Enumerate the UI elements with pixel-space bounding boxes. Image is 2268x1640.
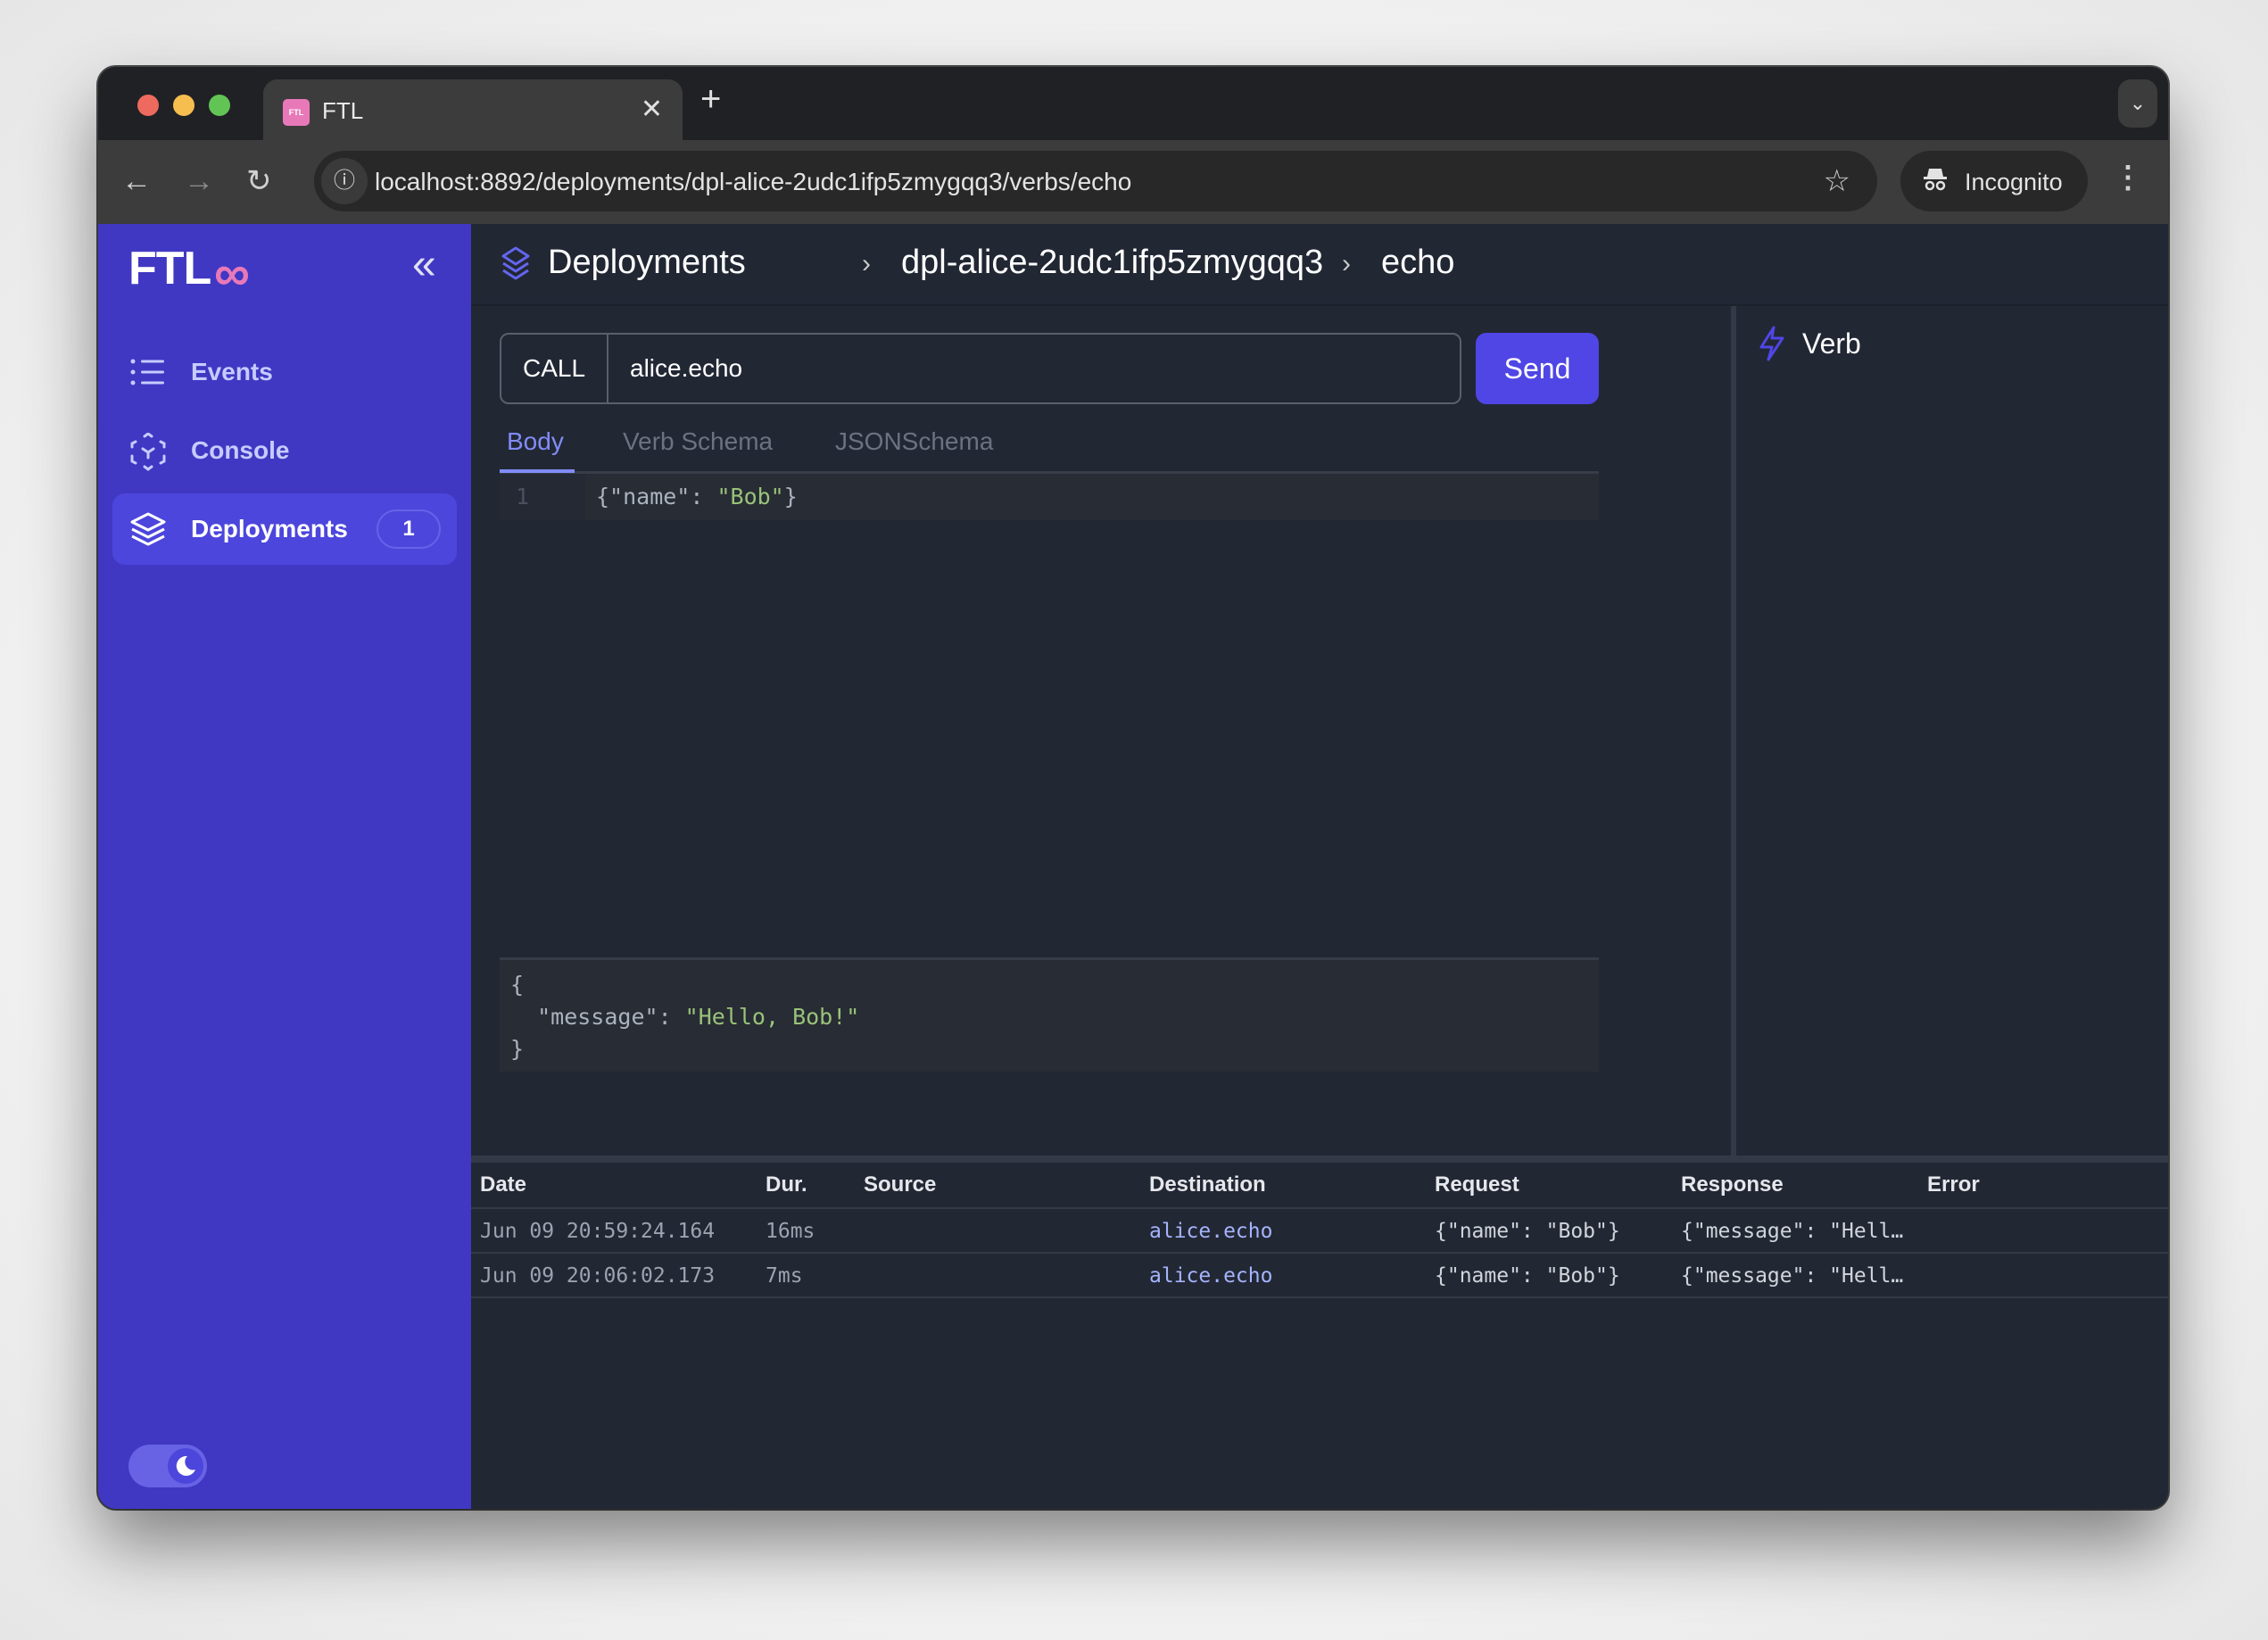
main-content: Deployments › dpl-alice-2udc1ifp5zmygqq3…: [471, 224, 2168, 1509]
code-string: "Bob": [716, 484, 784, 509]
layers-icon: [128, 511, 168, 547]
forward-arrow-icon[interactable]: →: [184, 163, 214, 199]
theme-toggle[interactable]: [128, 1445, 207, 1487]
bolt-icon: [1756, 326, 1788, 361]
breadcrumb-deployment[interactable]: dpl-alice-2udc1ifp5zmygqq3: [901, 244, 1323, 282]
code-line: "message": "Hello, Bob!": [510, 1001, 1588, 1033]
cell-destination-link[interactable]: alice.echo: [1149, 1254, 1272, 1298]
column-header: Request: [1435, 1172, 1519, 1197]
tab-title: FTL: [322, 97, 364, 124]
maximize-window-button[interactable]: [209, 95, 230, 116]
favicon-icon: FTL: [283, 99, 310, 126]
code-token: }: [783, 484, 798, 509]
back-arrow-icon[interactable]: ←: [121, 163, 152, 199]
column-header: Date: [480, 1172, 527, 1197]
table-row[interactable]: Jun 09 20:06:02.173 7ms alice.echo {"nam…: [471, 1254, 2168, 1298]
tab-label: Body: [507, 427, 564, 455]
request-pane: CALL Send Body Verb Schema JSONSchema 1 …: [471, 306, 1731, 1155]
verb-panel-title: Verb: [1802, 327, 1861, 360]
collapse-sidebar-icon[interactable]: «: [412, 240, 436, 289]
call-input-group: CALL: [500, 333, 1461, 404]
cube-scan-icon: [128, 432, 168, 471]
table-header: Date Dur. Source Destination Request Res…: [471, 1163, 2168, 1209]
breadcrumb-verb: echo: [1381, 244, 1455, 281]
tab-jsonschema[interactable]: JSONSchema: [835, 427, 993, 456]
deployments-count-badge: 1: [377, 509, 441, 549]
cell-duration: 16ms: [766, 1220, 815, 1243]
verb-info-pane: Verb: [1736, 306, 2168, 1155]
bookmark-star-icon[interactable]: ☆: [1824, 163, 1850, 199]
browser-menu-icon[interactable]: ⋮: [2113, 160, 2143, 195]
cell-response: {"message": "Hell…: [1681, 1220, 1904, 1243]
cell-response: {"message": "Hell…: [1681, 1264, 1904, 1288]
column-header: Dur.: [766, 1172, 807, 1197]
response-viewer: { "message": "Hello, Bob!"}: [500, 957, 1599, 1072]
browser-toolbar: ← → ↻ ⓘ localhost:8892/deployments/dpl-a…: [98, 140, 2168, 224]
cell-request: {"name": "Bob"}: [1435, 1264, 1620, 1288]
sidebar-item-label: Events: [191, 358, 273, 385]
column-header: Source: [864, 1172, 937, 1197]
incognito-indicator[interactable]: Incognito: [1900, 151, 2088, 211]
breadcrumb-deployments[interactable]: Deployments: [548, 244, 746, 282]
code-key: "message":: [510, 1004, 685, 1030]
url-text[interactable]: localhost:8892/deployments/dpl-alice-2ud…: [375, 168, 1131, 196]
body-editor[interactable]: 1 {"name": "Bob"}: [500, 474, 1599, 520]
browser-window: FTL FTL ✕ + ⌄ ← → ↻ ⓘ localhost:8892/dep…: [98, 67, 2168, 1509]
moon-icon: [168, 1448, 203, 1484]
verb-path-input[interactable]: [610, 335, 1460, 402]
breadcrumb-separator: ›: [1342, 249, 1351, 278]
request-tabs: Body Verb Schema JSONSchema: [500, 418, 1599, 474]
sidebar-item-label: Console: [191, 436, 290, 464]
code-string: "Hello, Bob!": [684, 1004, 860, 1030]
browser-tab[interactable]: FTL FTL ✕: [263, 79, 683, 140]
code-token: {"name":: [596, 484, 717, 509]
column-header: Error: [1927, 1172, 1980, 1197]
site-info-icon[interactable]: ⓘ: [321, 158, 368, 204]
layers-icon: [498, 245, 534, 285]
code-line: {: [510, 972, 525, 998]
calls-table: Date Dur. Source Destination Request Res…: [471, 1163, 2168, 1298]
sidebar-item-console[interactable]: Console: [112, 415, 457, 486]
horizontal-resize-handle[interactable]: [471, 1155, 2168, 1163]
line-number: 1: [500, 474, 585, 520]
incognito-label: Incognito: [1965, 169, 2063, 195]
tab-verb-schema[interactable]: Verb Schema: [623, 427, 773, 456]
cell-request: {"name": "Bob"}: [1435, 1220, 1620, 1243]
cell-duration: 7ms: [766, 1264, 803, 1288]
cell-destination-link[interactable]: alice.echo: [1149, 1209, 1272, 1254]
sidebar-item-events[interactable]: Events: [112, 336, 457, 408]
cell-date: Jun 09 20:59:24.164: [480, 1220, 716, 1243]
infinity-icon: ∞: [214, 244, 250, 301]
new-tab-button[interactable]: +: [700, 79, 721, 120]
reload-icon[interactable]: ↻: [246, 163, 272, 199]
tab-search-dropdown-button[interactable]: ⌄: [2118, 79, 2157, 128]
breadcrumb: Deployments › dpl-alice-2udc1ifp5zmygqq3…: [471, 224, 2168, 306]
tab-body[interactable]: Body: [500, 427, 575, 473]
close-window-button[interactable]: [137, 95, 159, 116]
send-button[interactable]: Send: [1476, 333, 1599, 404]
incognito-icon: [1922, 165, 1949, 198]
table-row[interactable]: Jun 09 20:59:24.164 16ms alice.echo {"na…: [471, 1209, 2168, 1254]
active-tab-indicator: [500, 469, 575, 473]
column-header: Response: [1681, 1172, 1784, 1197]
sidebar-item-deployments[interactable]: Deployments 1: [112, 493, 457, 565]
ftl-app: FTL ∞ « Events Console Deployments 1 Dep…: [98, 224, 2168, 1509]
code-line: }: [510, 1036, 525, 1062]
minimize-window-button[interactable]: [173, 95, 195, 116]
column-header: Destination: [1149, 1172, 1266, 1197]
list-icon: [128, 354, 168, 390]
breadcrumb-separator: ›: [862, 249, 871, 278]
call-method-label: CALL: [501, 335, 608, 402]
sidebar-item-label: Deployments: [191, 515, 348, 543]
app-logo: FTL: [128, 243, 211, 294]
tab-close-icon[interactable]: ✕: [641, 94, 663, 125]
sidebar: FTL ∞ « Events Console Deployments 1: [98, 224, 471, 1509]
tab-strip: FTL FTL ✕ + ⌄: [98, 67, 2168, 140]
cell-date: Jun 09 20:06:02.173: [480, 1264, 716, 1288]
address-bar[interactable]: ⓘ localhost:8892/deployments/dpl-alice-2…: [314, 151, 1877, 211]
body-code: {"name": "Bob"}: [596, 474, 798, 520]
